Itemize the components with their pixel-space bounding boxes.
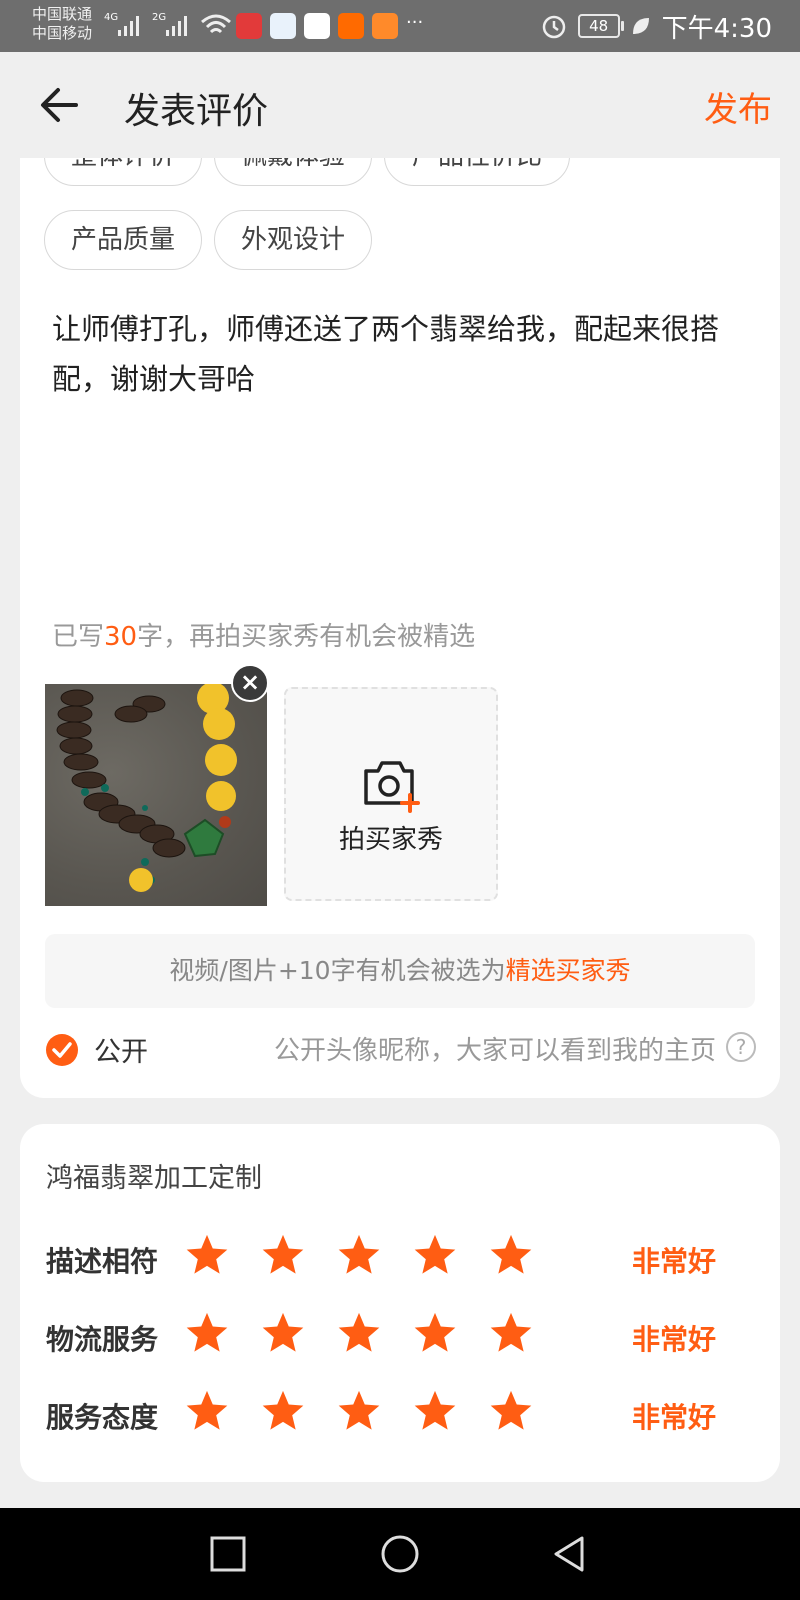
uploaded-photo[interactable]	[45, 684, 267, 906]
browser-app-icon	[270, 13, 296, 39]
clock: 下午4:30	[661, 13, 772, 44]
carrier-1: 中国联通	[32, 5, 93, 23]
public-label: 公开	[94, 1037, 148, 1068]
featured-tip-text: 视频/图片+10字有机会被选为	[169, 956, 506, 985]
rating-value: 非常好	[632, 1401, 717, 1434]
word-count: 已写30字，再拍买家秀有机会被精选	[52, 616, 475, 653]
tag-overall[interactable]: 整体评价	[44, 158, 202, 186]
public-description: 公开头像昵称，大家可以看到我的主页	[273, 1036, 716, 1066]
remove-photo-button[interactable]: ×	[231, 664, 269, 702]
rating-row-description: 描述相符 非常好	[46, 1228, 746, 1288]
publish-button[interactable]: 发布	[704, 82, 772, 131]
star-icon[interactable]	[184, 1232, 230, 1278]
page-title: 发表评价	[124, 91, 269, 132]
star-group[interactable]	[184, 1310, 534, 1356]
star-icon[interactable]	[336, 1232, 382, 1278]
tag-value[interactable]: 产品性价比	[384, 158, 570, 186]
signal-icon	[118, 16, 139, 36]
star-icon[interactable]	[488, 1310, 534, 1356]
back-arrow-icon[interactable]	[36, 80, 86, 130]
add-photo-label: 拍买家秀	[338, 825, 443, 855]
battery-indicator: 48	[577, 14, 624, 38]
star-icon[interactable]	[260, 1388, 306, 1434]
carrier-info: 中国联通 中国移动	[32, 5, 92, 43]
help-icon[interactable]: ?	[726, 1032, 756, 1062]
star-icon[interactable]	[184, 1388, 230, 1434]
star-icon[interactable]	[412, 1232, 458, 1278]
wifi-icon	[201, 14, 231, 34]
header: 发表评价 发布	[0, 52, 800, 158]
rating-label: 服务态度	[46, 1401, 159, 1434]
video-app-icon	[236, 13, 262, 39]
bead-necklace-image	[56, 684, 237, 892]
nav-recents-icon[interactable]	[208, 1534, 248, 1574]
network-type-1: 4G	[104, 12, 119, 23]
featured-tip: 视频/图片+10字有机会被选为精选买家秀	[45, 934, 755, 1008]
star-icon[interactable]	[260, 1232, 306, 1278]
featured-tip-highlight[interactable]: 精选买家秀	[506, 956, 631, 985]
public-option[interactable]: 公开 公开头像昵称，大家可以看到我的主页 ?	[46, 1014, 756, 1082]
word-count-prefix: 已写	[52, 622, 105, 652]
star-icon[interactable]	[260, 1310, 306, 1356]
youku-app-icon	[304, 13, 330, 39]
system-nav-bar	[0, 1508, 800, 1600]
network-type-2: 2G	[152, 12, 167, 23]
carrier-2: 中国移动	[32, 24, 93, 42]
tag-quality[interactable]: 产品质量	[44, 210, 202, 270]
shop-rating-card: 鸿福翡翠加工定制 描述相符 非常好 物流服务 非常好 服务态度 非常好	[20, 1124, 780, 1482]
tag-design[interactable]: 外观设计	[214, 210, 372, 270]
word-count-number: 30	[104, 622, 138, 652]
rating-value: 非常好	[632, 1323, 717, 1356]
star-group[interactable]	[184, 1232, 534, 1278]
star-icon[interactable]	[336, 1388, 382, 1434]
checkmark-glyph	[52, 1042, 72, 1058]
star-icon[interactable]	[412, 1310, 458, 1356]
signal-icon-2	[166, 16, 187, 36]
leaf-icon	[632, 18, 649, 34]
star-icon[interactable]	[412, 1388, 458, 1434]
tag-wearing[interactable]: 佩戴体验	[214, 158, 372, 186]
review-card: 整体评价 佩戴体验 产品性价比 产品质量 外观设计 让师傅打孔，师傅还送了两个翡…	[20, 158, 780, 1098]
star-icon[interactable]	[488, 1232, 534, 1278]
review-textarea[interactable]: 让师傅打孔，师傅还送了两个翡翠给我，配起来很搭配，谢谢大哥哈	[52, 304, 752, 404]
rating-row-service: 服务态度 非常好	[46, 1384, 746, 1444]
status-bar: 中国联通 中国移动 4G 2G ··· 48 下午4:30	[0, 0, 800, 52]
add-photo-button[interactable]: 拍买家秀	[284, 687, 498, 901]
camera-plus-icon	[364, 761, 420, 813]
star-icon[interactable]	[336, 1310, 382, 1356]
star-group[interactable]	[184, 1388, 534, 1434]
star-icon[interactable]	[184, 1310, 230, 1356]
rating-label: 描述相符	[46, 1245, 159, 1278]
word-count-suffix: 字，再拍买家秀有机会被精选	[137, 622, 476, 652]
nav-home-icon[interactable]	[380, 1534, 420, 1574]
rating-label: 物流服务	[46, 1323, 159, 1356]
check-icon[interactable]	[46, 1034, 78, 1066]
shop-name: 鸿福翡翠加工定制	[46, 1163, 262, 1194]
play-app-icon	[372, 13, 398, 39]
more-notifications: ···	[406, 12, 424, 33]
rating-value: 非常好	[632, 1245, 717, 1278]
nav-back-icon[interactable]	[550, 1534, 590, 1574]
star-icon[interactable]	[488, 1388, 534, 1434]
alarm-icon	[542, 15, 565, 39]
taobao-app-icon	[338, 13, 364, 39]
rating-row-logistics: 物流服务 非常好	[46, 1306, 746, 1366]
